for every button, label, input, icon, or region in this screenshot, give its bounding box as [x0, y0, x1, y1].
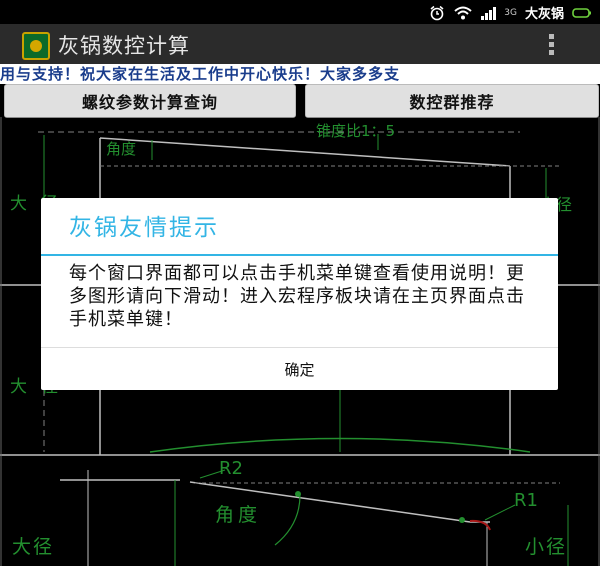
ok-button[interactable]: 确定 [41, 348, 558, 390]
dialog-title-divider [41, 254, 558, 256]
carrier-name: 大灰锅 [524, 7, 564, 22]
wifi-icon [454, 6, 472, 19]
alarm-icon [430, 5, 444, 20]
dialog-message: 每个窗口界面都可以点击手机菜单键查看使用说明！更多图形请向下滑动！进入宏程序板块… [69, 263, 525, 330]
cnc-group-button[interactable]: 数控群推荐 [305, 84, 599, 118]
tip-dialog: 灰锅友情提示 每个窗口界面都可以点击手机菜单键查看使用说明！更多图形请向下滑动！… [41, 198, 558, 390]
status-icons: 3G 大灰锅 [429, 3, 592, 22]
overflow-menu-icon[interactable] [549, 34, 555, 56]
signal-icon [481, 6, 497, 20]
app-logo-icon [22, 32, 50, 60]
scrolling-notice: 用与支持！祝大家在生活及工作中开心快乐！大家多多支 [0, 64, 600, 84]
thread-query-button[interactable]: 螺纹参数计算查询 [4, 84, 296, 118]
dialog-title: 灰锅友情提示 [69, 215, 219, 241]
status-bar: 3G 大灰锅 [0, 0, 600, 24]
battery-icon [572, 7, 591, 18]
app-title: 灰锅数控计算 [58, 34, 190, 58]
network-type: 3G [504, 7, 517, 18]
